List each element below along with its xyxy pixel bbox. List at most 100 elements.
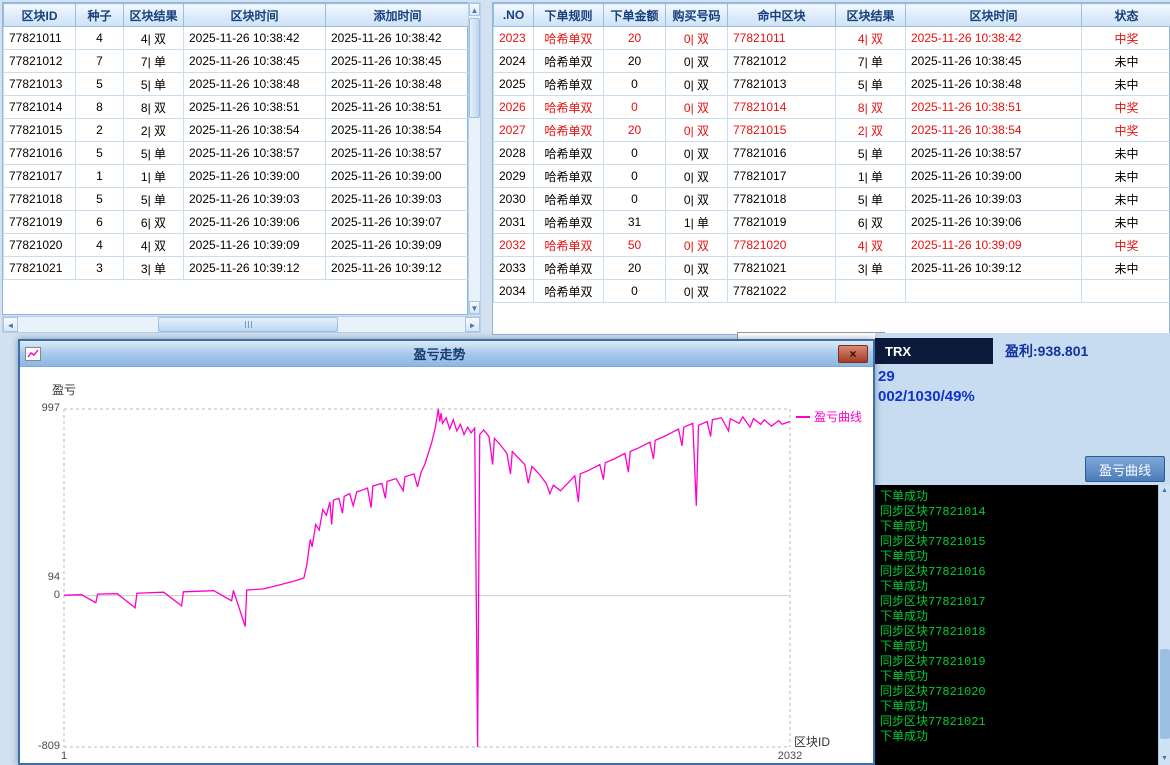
cell: 2025-11-26 10:39:03 (326, 188, 470, 211)
scrollbar-thumb[interactable] (1160, 649, 1170, 739)
column-header[interactable]: 下单规则 (534, 4, 604, 27)
console-scrollbar[interactable]: ▲ ▼ (1158, 485, 1170, 765)
cell: 2031 (494, 211, 534, 234)
cell: 77821022 (728, 280, 836, 303)
log-line: 下单成功 (880, 580, 1170, 595)
profit-curve (64, 409, 790, 747)
column-header[interactable]: 区块时间 (906, 4, 1082, 27)
block-row[interactable]: 7782101144| 双2025-11-26 10:38:422025-11-… (4, 27, 470, 50)
order-row[interactable]: 2030哈希单双00| 双778210185| 单2025-11-26 10:3… (494, 188, 1170, 211)
cell: 5 (76, 73, 124, 96)
block-row[interactable]: 7782101655| 单2025-11-26 10:38:572025-11-… (4, 142, 470, 165)
log-line: 同步区块77821018 (880, 625, 1170, 640)
close-button[interactable]: × (838, 345, 868, 363)
block-row[interactable]: 7782101966| 双2025-11-26 10:39:062025-11-… (4, 211, 470, 234)
x-axis-tick: 2032 (768, 750, 812, 762)
cell: 0 (604, 165, 666, 188)
cell: 哈希单双 (534, 165, 604, 188)
cell: 0 (604, 142, 666, 165)
window-titlebar[interactable]: 盈亏走势 × (20, 341, 873, 367)
column-header[interactable]: 命中区块 (728, 4, 836, 27)
order-row[interactable]: 2028哈希单双00| 双778210165| 单2025-11-26 10:3… (494, 142, 1170, 165)
legend-label: 盈亏曲线 (814, 408, 862, 425)
cell: 2034 (494, 280, 534, 303)
cell: 77821017 (728, 165, 836, 188)
block-row[interactable]: 7782101277| 单2025-11-26 10:38:452025-11-… (4, 50, 470, 73)
log-line: 同步区块77821015 (880, 535, 1170, 550)
legend-line-marker (796, 416, 810, 418)
cell: 0| 双 (666, 257, 728, 280)
cell: 哈希单双 (534, 211, 604, 234)
order-row[interactable]: 2024哈希单双200| 双778210127| 单2025-11-26 10:… (494, 50, 1170, 73)
cell: 4| 双 (124, 234, 184, 257)
column-header[interactable]: 区块时间 (184, 4, 326, 27)
cell: 0| 双 (666, 50, 728, 73)
scrollbar-thumb[interactable] (158, 317, 338, 332)
block-row[interactable]: 7782101711| 单2025-11-26 10:39:002025-11-… (4, 165, 470, 188)
block-row[interactable]: 7782101855| 单2025-11-26 10:39:032025-11-… (4, 188, 470, 211)
cell: 2023 (494, 27, 534, 50)
cell: 0| 双 (666, 73, 728, 96)
y-axis-tick: 997 (22, 402, 60, 414)
order-row[interactable]: 2029哈希单双00| 双778210171| 单2025-11-26 10:3… (494, 165, 1170, 188)
cell: 哈希单双 (534, 188, 604, 211)
blocks-table-vertical-scrollbar[interactable]: ▲ ▼ (468, 2, 481, 315)
log-console[interactable]: 下单成功同步区块77821014下单成功同步区块77821015下单成功同步区块… (875, 485, 1170, 765)
scroll-down-icon[interactable]: ▼ (469, 301, 480, 314)
column-header[interactable]: 添加时间 (326, 4, 470, 27)
scrollbar-track[interactable] (18, 317, 465, 332)
cell: 77821021 (728, 257, 836, 280)
scroll-right-icon[interactable]: ► (465, 317, 480, 332)
block-row[interactable]: 7782101355| 单2025-11-26 10:38:482025-11-… (4, 73, 470, 96)
cell: 2025-11-26 10:38:51 (184, 96, 326, 119)
order-row[interactable]: 2026哈希单双00| 双778210148| 双2025-11-26 10:3… (494, 96, 1170, 119)
block-row[interactable]: 7782101488| 双2025-11-26 10:38:512025-11-… (4, 96, 470, 119)
window-title: 盈亏走势 (41, 344, 838, 363)
column-header[interactable]: .NO (494, 4, 534, 27)
cell: 2025-11-26 10:39:00 (906, 165, 1082, 188)
cell: 77821013 (728, 73, 836, 96)
column-header[interactable]: 状态 (1082, 4, 1170, 27)
cell: 哈希单双 (534, 50, 604, 73)
order-row[interactable]: 2031哈希单双311| 单778210196| 双2025-11-26 10:… (494, 211, 1170, 234)
cell: 77821015 (728, 119, 836, 142)
column-header[interactable]: 购买号码 (666, 4, 728, 27)
cell: 4 (76, 234, 124, 257)
scroll-down-icon[interactable]: ▼ (1160, 753, 1170, 765)
cell: 2025-11-26 10:38:54 (184, 119, 326, 142)
column-header[interactable]: 区块结果 (124, 4, 184, 27)
order-row[interactable]: 2032哈希单双500| 双778210204| 双2025-11-26 10:… (494, 234, 1170, 257)
cell: 5| 单 (836, 73, 906, 96)
column-header[interactable]: 种子 (76, 4, 124, 27)
trend-icon (25, 347, 41, 361)
column-header[interactable]: 区块结果 (836, 4, 906, 27)
scroll-up-icon[interactable]: ▲ (469, 3, 480, 16)
scrollbar-thumb[interactable] (469, 18, 480, 118)
x-axis-tick: 1 (42, 750, 86, 762)
cell: 2029 (494, 165, 534, 188)
scroll-left-icon[interactable]: ◄ (3, 317, 18, 332)
column-header[interactable]: 下单金额 (604, 4, 666, 27)
cell: 3| 单 (124, 257, 184, 280)
column-header[interactable]: 区块ID (4, 4, 76, 27)
profit-curve-button[interactable]: 盈亏曲线 (1085, 456, 1165, 482)
order-row[interactable]: 2025哈希单双00| 双778210135| 单2025-11-26 10:3… (494, 73, 1170, 96)
chart-area: 盈亏 区块ID 盈亏曲线 997940-80912032 (20, 367, 873, 763)
cell: 哈希单双 (534, 280, 604, 303)
order-row[interactable]: 2027哈希单双200| 双778210152| 双2025-11-26 10:… (494, 119, 1170, 142)
order-row[interactable]: 2023哈希单双200| 双778210114| 双2025-11-26 10:… (494, 27, 1170, 50)
cell: 2025-11-26 10:38:42 (326, 27, 470, 50)
blocks-table-horizontal-scrollbar[interactable]: ◄ ► (2, 316, 481, 333)
cell: 5 (76, 142, 124, 165)
block-row[interactable]: 7782102133| 单2025-11-26 10:39:122025-11-… (4, 257, 470, 280)
cell: 2025-11-26 10:38:45 (906, 50, 1082, 73)
cell: 77821014 (728, 96, 836, 119)
order-row[interactable]: 2034哈希单双00| 双77821022 (494, 280, 1170, 303)
block-row[interactable]: 7782101522| 双2025-11-26 10:38:542025-11-… (4, 119, 470, 142)
log-line: 下单成功 (880, 610, 1170, 625)
scroll-up-icon[interactable]: ▲ (1160, 485, 1170, 497)
order-row[interactable]: 2033哈希单双200| 双778210213| 单2025-11-26 10:… (494, 257, 1170, 280)
cell: 1| 单 (836, 165, 906, 188)
cell: 77821014 (4, 96, 76, 119)
block-row[interactable]: 7782102044| 双2025-11-26 10:39:092025-11-… (4, 234, 470, 257)
